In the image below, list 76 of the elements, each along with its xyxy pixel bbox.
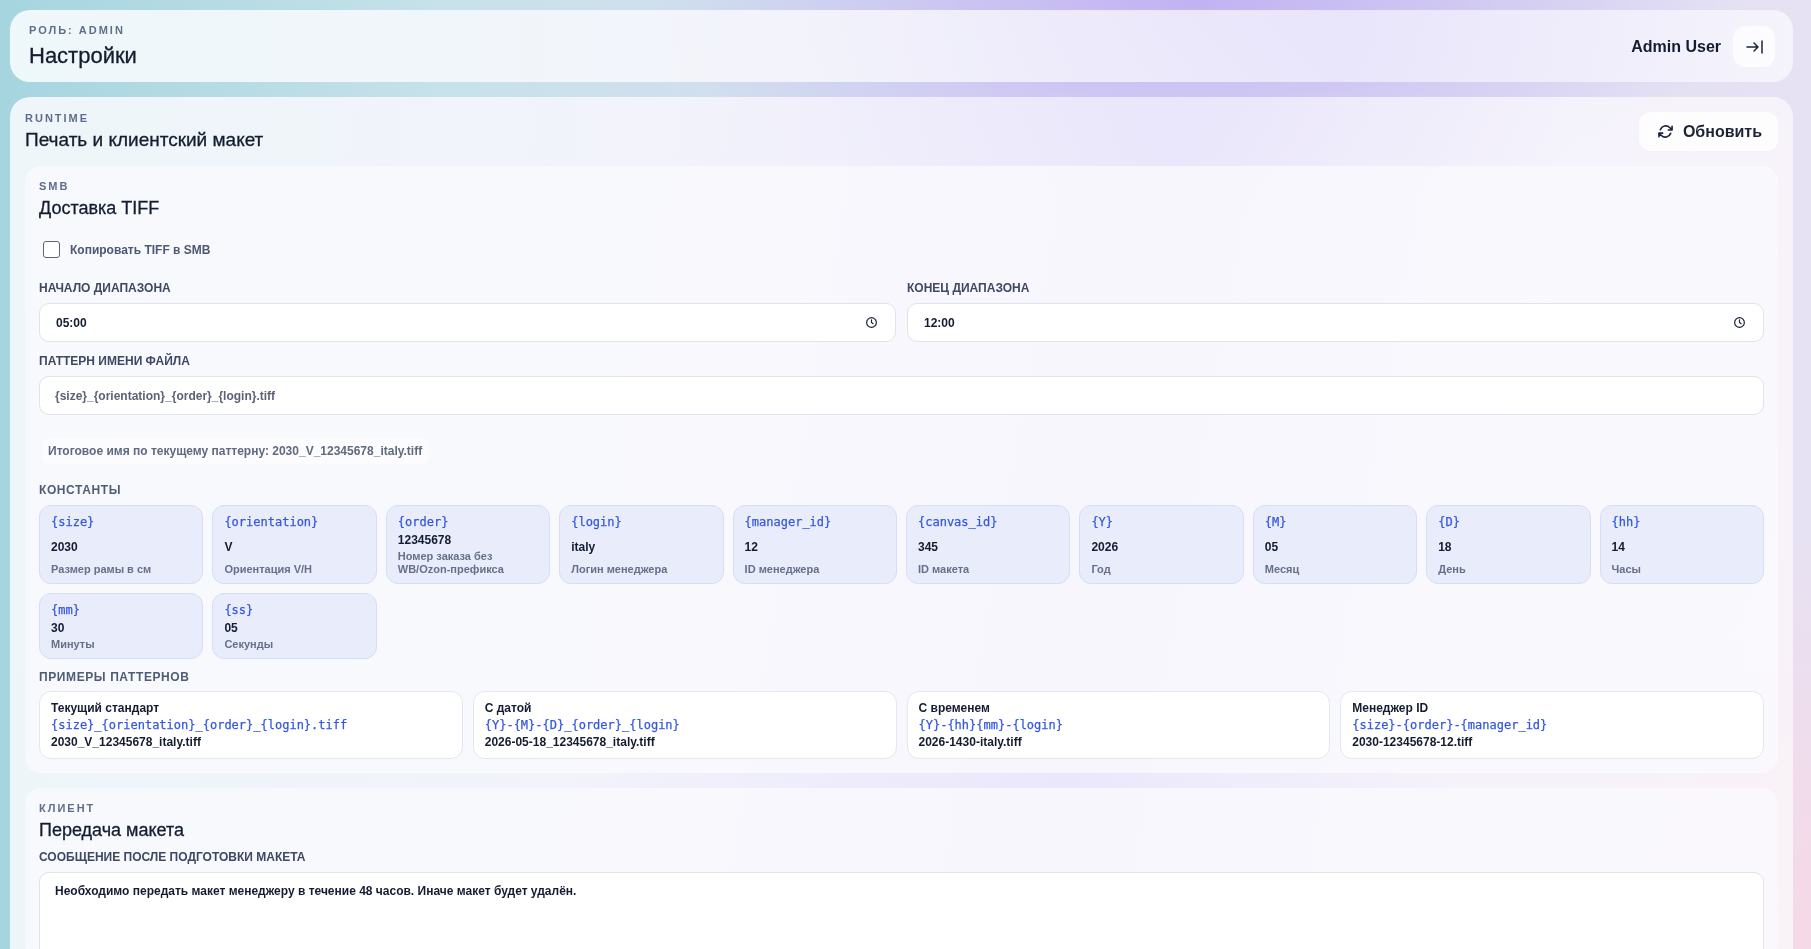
constant-description: Логин менеджера bbox=[571, 563, 668, 576]
constant-value: V bbox=[224, 538, 233, 555]
constant-description: Минуты bbox=[51, 638, 95, 651]
example-pattern: {Y}-{hh}{mm}-{login} bbox=[918, 717, 1063, 733]
example-title: С датой bbox=[484, 700, 532, 716]
checkbox[interactable] bbox=[43, 241, 60, 258]
constant-description: Ориентация V/H bbox=[224, 563, 313, 576]
example-result: 2030_V_12345678_italy.tiff bbox=[51, 734, 201, 750]
constant-value: 14 bbox=[1611, 538, 1625, 555]
example-result: 2026-1430-italy.tiff bbox=[918, 734, 1022, 750]
time-input[interactable]: 05:00 bbox=[39, 303, 896, 342]
constant-value: 2026 bbox=[1091, 538, 1119, 555]
card-title: Доставка TIFF bbox=[39, 197, 160, 220]
example-result: 2030-12345678-12.tiff bbox=[1352, 734, 1473, 750]
constant-key: {order} bbox=[397, 514, 449, 530]
constant-key: {hh} bbox=[1611, 514, 1641, 530]
constant-key: {orientation} bbox=[224, 514, 319, 530]
section-eyebrow: RUNTIME bbox=[25, 111, 90, 125]
time-input[interactable]: 12:00 bbox=[907, 303, 1764, 342]
clock-icon bbox=[866, 317, 877, 328]
constant-value: 30 bbox=[51, 620, 65, 636]
constant-value: italy bbox=[571, 538, 596, 555]
example-pattern: {size}_{orientation}_{order}_{login}.tiff bbox=[51, 717, 348, 733]
constant-description: Секунды bbox=[224, 638, 274, 651]
checkbox-label: Копировать TIFF в SMB bbox=[70, 242, 211, 257]
group-label: КОНСТАНТЫ bbox=[39, 482, 122, 498]
refresh-button[interactable]: Обновить bbox=[1638, 112, 1778, 151]
card-title: Передача макета bbox=[39, 819, 184, 842]
example-result: 2026-05-18_12345678_italy.tiff bbox=[484, 734, 655, 750]
group-label: ПРИМЕРЫ ПАТТЕРНОВ bbox=[39, 669, 190, 685]
field-label: НАЧАЛО ДИАПАЗОНА bbox=[39, 280, 171, 296]
constant-description: День bbox=[1438, 563, 1466, 576]
user-name: Admin User bbox=[1631, 37, 1721, 56]
constant-key: {size} bbox=[51, 514, 95, 530]
section-title: Печать и клиентский макет bbox=[25, 128, 264, 152]
logout-button[interactable] bbox=[1733, 26, 1775, 67]
constant-value: 05 bbox=[1264, 538, 1279, 555]
constant-key: {D} bbox=[1438, 514, 1460, 530]
example-pattern: {size}-{order}-{manager_id} bbox=[1352, 717, 1548, 733]
message-textarea[interactable]: Необходимо передать макет менеджеру в течение 48 часов. Иначе макет будет удалён. bbox=[39, 872, 1764, 949]
page-title: Настройки bbox=[29, 42, 137, 70]
constant-description: Год bbox=[1091, 563, 1111, 576]
constant-key: {login} bbox=[571, 514, 622, 530]
card-eyebrow: КЛИЕНТ bbox=[39, 801, 96, 815]
constant-value: 12 bbox=[744, 538, 758, 555]
clock-icon bbox=[1734, 317, 1745, 328]
field-label: КОНЕЦ ДИАПАЗОНА bbox=[907, 280, 1030, 296]
refresh-icon bbox=[1657, 124, 1673, 139]
field-label: СООБЩЕНИЕ ПОСЛЕ ПОДГОТОВКИ МАКЕТА bbox=[39, 849, 306, 865]
constant-key: {M} bbox=[1264, 514, 1287, 530]
constant-description: Месяц bbox=[1264, 563, 1300, 576]
field-label: ПАТТЕРН ИМЕНИ ФАЙЛА bbox=[39, 353, 190, 369]
constant-value: 2030 bbox=[51, 538, 78, 555]
example-title: С временем bbox=[918, 700, 990, 716]
constant-key: {manager_id} bbox=[744, 514, 832, 530]
constant-key: {Y} bbox=[1091, 514, 1114, 530]
constant-description: ID менеджера bbox=[744, 563, 820, 576]
example-pattern: {Y}-{M}-{D}_{order}_{login} bbox=[484, 717, 680, 733]
constant-value: 12345678 bbox=[397, 532, 452, 548]
constant-value: 345 bbox=[918, 538, 938, 555]
constant-key: {mm} bbox=[51, 602, 80, 618]
constant-description: Номер заказа без WB/Ozon-префикса bbox=[397, 550, 505, 576]
constant-key: {ss} bbox=[224, 602, 254, 618]
constant-value: 05 bbox=[224, 620, 238, 636]
card-eyebrow: SMB bbox=[39, 179, 70, 193]
example-title: Текущий стандарт bbox=[51, 700, 160, 716]
constant-description: Часы bbox=[1611, 563, 1641, 576]
constant-description: ID макета bbox=[918, 563, 970, 576]
arrow-to-bar-icon bbox=[1745, 39, 1763, 54]
constant-key: {canvas_id} bbox=[918, 514, 998, 530]
pattern-input[interactable]: {size}_{orientation}_{order}_{login}.tiff bbox=[39, 376, 1764, 415]
example-title: Менеджер ID bbox=[1352, 700, 1429, 716]
role-label: РОЛЬ: ADMIN bbox=[29, 23, 125, 37]
constant-value: 18 bbox=[1438, 538, 1452, 555]
result-hint: Итоговое имя по текущему паттерну: 2030_V_12345678_italy.tiff bbox=[42, 438, 429, 464]
constant-description: Размер рамы в см bbox=[51, 563, 152, 576]
